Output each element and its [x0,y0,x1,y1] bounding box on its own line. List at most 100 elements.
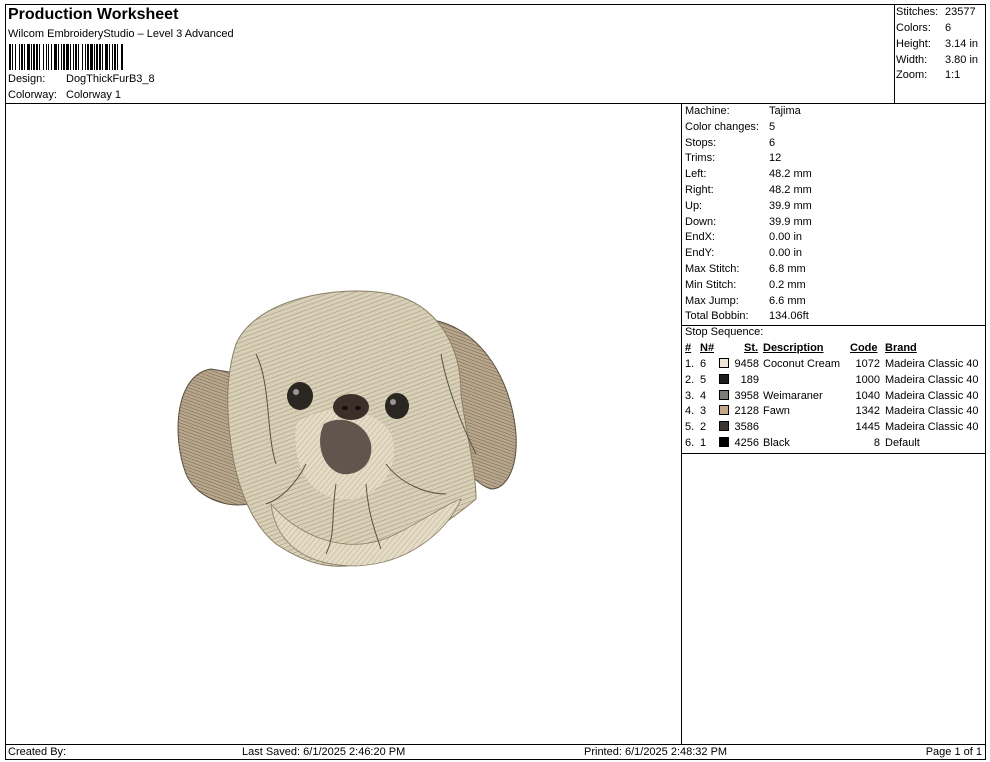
machine-info-value: 0.2 mm [769,278,806,291]
machine-info-row: Up: 39.9 mm [685,200,812,212]
right-eye-glint [390,399,396,405]
machine-info-row: Stops: 6 [685,137,775,149]
embroidered-dog-face [177,290,517,567]
stop-sequence-num: 6. [685,437,695,449]
stop-sequence-num: 1. [685,358,695,370]
machine-info-label: Stops: [685,136,717,149]
page-title: Production Worksheet [8,6,179,23]
machine-info-label: Total Bobbin: [685,310,749,323]
machine-info-value: 39.9 mm [769,215,812,228]
stop-sequence-row: 2. 5 189 1000 Madeira Classic 40 [682,373,985,390]
machine-info-label: Color changes: [685,120,759,133]
machine-info-value: 12 [769,152,782,165]
design-label: Design: [8,73,46,85]
machine-info-row: Total Bobbin: 134.06ft [685,310,809,322]
last-saved: Last Saved: 6/1/2025 2:46:20 PM [242,746,406,758]
left-eye [287,382,313,410]
stop-sequence-num: 5. [685,421,695,434]
machine-info-row: Left: 48.2 mm [685,168,812,180]
zoom-label: Zoom: [896,69,928,81]
height-label: Height: [896,38,931,50]
machine-info-label: Right: [685,184,714,196]
stop-sequence-n: 4 [700,389,707,402]
stop-sequence-n: 6 [700,358,707,370]
machine-info-panel: Machine: Tajima Color changes: 5 Stops: 6 Trim… [682,104,985,744]
thread-color-swatch [719,373,729,384]
stop-sequence-st: 4256 [734,437,759,449]
stop-sequence-code: 1342 [855,405,880,418]
colorway-row: Colorway: Colorway 1 [8,89,121,101]
stop-sequence-n: 5 [700,373,707,386]
stop-sequence-desc: Coconut Cream [763,358,841,370]
nose [333,394,369,420]
stop-sequence-brand: Madeira Classic 40 [885,389,979,402]
machine-info-row: Down: 39.9 mm [685,216,812,228]
stop-sequence-brand: Default [885,437,920,449]
left-nostril [342,406,348,410]
stop-sequence-row: 5. 2 3586 1445 Madeira Classic 40 [682,421,985,437]
stop-sequence-st: 189 [740,373,759,386]
width-label: Width: [896,54,928,66]
machine-info-value: 39.9 mm [769,199,812,212]
stop-sequence-code: 1072 [855,358,880,370]
width-value: 3.80 in [945,54,979,66]
machine-info-row: Max Jump: 6.6 mm [685,295,806,307]
machine-info-value: 48.2 mm [769,184,812,196]
right-eye [385,393,409,419]
stop-sequence-row: 1. 6 9458 Coconut Cream 1072 Madeira Classic … [682,358,985,374]
colorway-label: Colorway: [8,89,57,101]
stop-sequence-header-desc: Description [763,342,824,354]
stop-sequence-num: 3. [685,389,695,402]
barcode-icon [9,44,222,70]
design-stats: Stitches: 23577 Colors: 6 Height: 3.14 in W… [893,5,985,104]
printed-date: Printed: 6/1/2025 2:48:32 PM [584,746,728,758]
created-by: Created By: [8,746,67,758]
design-preview [6,104,682,744]
stop-sequence-st: 2128 [734,405,759,418]
height-stat: Height: 3.14 in [896,38,978,50]
stop-sequence-st: 3586 [734,421,759,434]
height-value: 3.14 in [945,38,979,50]
production-worksheet: Production Worksheet Wilcom EmbroiderySt… [5,4,986,760]
design-name-row: Design: DogThickFurB3_8 [8,73,155,85]
colorway-value: Colorway 1 [66,89,122,101]
divider [682,453,985,454]
stop-sequence-num: 4. [685,405,695,418]
machine-info-label: Down: [685,215,717,228]
thread-color-swatch [719,437,729,447]
machine-info-label: EndY: [685,247,715,260]
machine-info-row: Min Stitch: 0.2 mm [685,279,806,291]
machine-info-value: 6.6 mm [769,294,806,307]
stop-sequence-brand: Madeira Classic 40 [885,373,979,386]
stop-sequence-code: 1445 [855,421,880,434]
stop-sequence-st: 3958 [734,389,759,402]
zoom-stat: Zoom: 1:1 [896,69,960,81]
machine-info-label: Max Stitch: [685,263,740,275]
stop-sequence-code: 1000 [855,373,880,386]
machine-info-value: 5 [769,120,776,133]
design-value: DogThickFurB3_8 [66,73,155,85]
stop-sequence-code: 8 [873,437,880,449]
stop-sequence-header-num: # [685,342,692,354]
machine-info-value: 0.00 in [769,247,803,260]
zoom-value: 1:1 [945,69,961,81]
machine-info-row: Right: 48.2 mm [685,184,812,196]
worksheet-header: Production Worksheet Wilcom EmbroiderySt… [6,5,895,104]
machine-info-row: Max Stitch: 6.8 mm [685,263,806,275]
page-number: Page 1 of 1 [925,746,982,758]
machine-info-value: 134.06ft [769,310,809,323]
width-stat: Width: 3.80 in [896,54,978,66]
right-nostril [355,406,361,410]
worksheet-footer: Created By: Last Saved: 6/1/2025 2:46:20… [6,744,985,759]
stop-sequence-header-n: N# [700,342,715,354]
machine-info-label: Max Jump: [685,294,739,307]
thread-color-swatch [719,405,729,416]
machine-info-row: Machine: Tajima [685,105,801,117]
machine-info-label: Machine: [685,105,730,117]
thread-color-swatch [719,389,729,400]
stitches-value: 23577 [945,6,976,18]
stop-sequence-brand: Madeira Classic 40 [885,421,979,434]
machine-info-row: EndX: 0.00 in [685,231,802,243]
colors-stat: Colors: 6 [896,22,951,34]
colors-label: Colors: [896,22,931,34]
